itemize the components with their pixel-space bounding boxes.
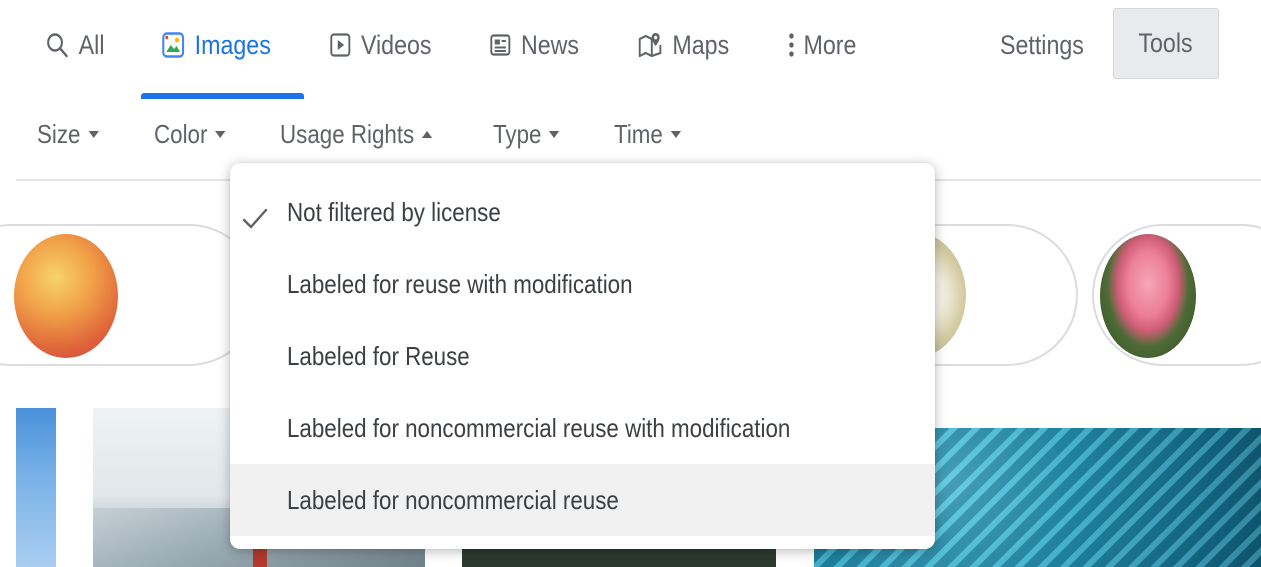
menu-item-label: Labeled for noncommercial reuse [287,484,619,515]
tab-images[interactable]: Images [162,22,271,68]
menu-item-label: Not filtered by license [287,196,501,227]
tab-news[interactable]: News [490,22,579,68]
chip-thumbnail [1100,234,1196,358]
menu-item-noncommercial-reuse-with-modification[interactable]: Labeled for noncommercial reuse with mod… [230,392,935,464]
tab-maps[interactable]: Maps [638,22,729,68]
search-icon [46,32,68,58]
caret-down-icon [215,130,226,138]
active-tab-indicator [141,93,304,99]
tab-maps-label: Maps [672,29,730,60]
image-icon [162,32,185,58]
menu-item-label: Labeled for noncommercial reuse with mod… [287,412,791,443]
tab-all-label: All [78,29,105,60]
related-search-chip[interactable] [1092,224,1261,366]
filter-time-label: Time [614,118,663,149]
tab-more[interactable]: More [788,22,856,68]
menu-item-label: Labeled for Reuse [287,340,470,371]
tools-label: Tools [1138,28,1194,58]
vertical-dots-icon [788,32,795,58]
news-icon [490,33,511,57]
checkmark-icon [242,208,268,229]
image-result[interactable] [16,408,56,567]
map-pin-icon [638,31,662,59]
filter-time[interactable]: Time [614,114,681,154]
filter-usage-rights[interactable]: Usage Rights [280,114,433,154]
tab-images-label: Images [194,29,271,60]
caret-up-icon [421,130,433,138]
menu-item-reuse-with-modification[interactable]: Labeled for reuse with modification [230,248,935,320]
filter-usage-rights-label: Usage Rights [280,118,415,149]
caret-down-icon [549,130,560,138]
tools-button[interactable]: Tools [1113,8,1219,79]
top-navigation: All Images Videos News Maps More Setting… [0,0,1261,100]
usage-rights-menu: Not filtered by license Labeled for reus… [230,163,935,549]
settings-label: Settings [1000,29,1084,60]
tab-all[interactable]: All [46,22,104,68]
menu-item-not-filtered[interactable]: Not filtered by license [230,176,935,248]
filter-size-label: Size [37,118,81,149]
caret-down-icon [670,130,681,138]
play-box-icon [330,33,351,57]
related-search-chip[interactable] [0,224,260,366]
menu-item-label: Labeled for reuse with modification [287,268,633,299]
filter-type[interactable]: Type [493,114,560,154]
filter-color[interactable]: Color [154,114,226,154]
tab-news-label: News [520,29,580,60]
filter-color-label: Color [154,118,208,149]
menu-item-reuse[interactable]: Labeled for Reuse [230,320,935,392]
tab-videos-label: Videos [360,29,432,60]
caret-down-icon [88,130,99,138]
filter-type-label: Type [493,118,542,149]
tab-videos[interactable]: Videos [330,22,432,68]
filter-size[interactable]: Size [37,114,99,154]
tab-more-label: More [803,29,857,60]
settings-link[interactable]: Settings [1000,22,1084,68]
menu-item-noncommercial-reuse[interactable]: Labeled for noncommercial reuse [230,464,935,536]
chip-thumbnail [14,234,118,358]
